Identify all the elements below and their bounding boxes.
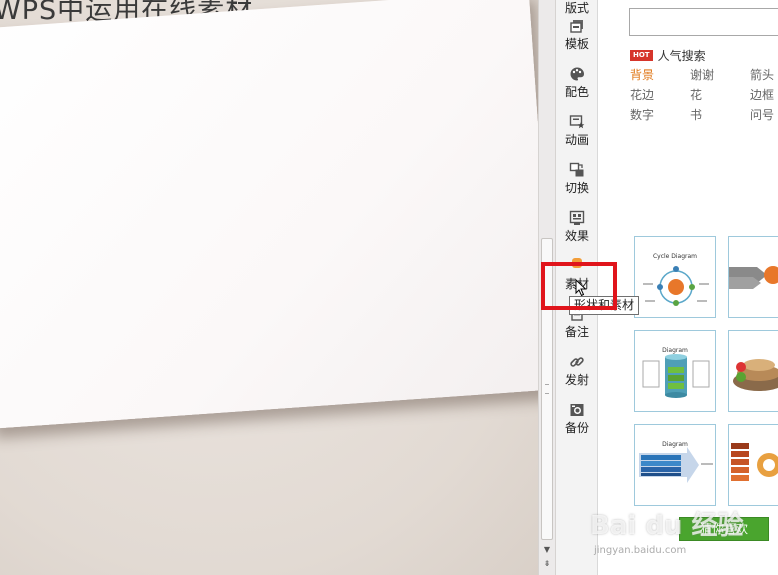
nav-item-color-scheme[interactable]: 配色 — [556, 66, 598, 110]
nav-item-transition[interactable]: 切换 — [556, 162, 598, 206]
nav-item-effects[interactable]: 效果 — [556, 210, 598, 254]
template-icon — [570, 20, 583, 33]
hot-tag[interactable]: 背景 — [630, 66, 654, 83]
hot-tag[interactable]: 问号 — [750, 106, 774, 123]
nav-item-animation[interactable]: 动画 — [556, 114, 598, 158]
scroll-next-page-icon[interactable]: ⇟ — [539, 558, 555, 570]
nav-label: 效果 — [564, 229, 589, 243]
link-icon — [570, 357, 584, 367]
scrollbar-grip-icon — [545, 384, 549, 394]
effects-icon — [569, 210, 585, 225]
cycle-diagram-preview-icon — [643, 266, 709, 306]
step-diagram-preview-icon — [731, 443, 778, 481]
hot-tag[interactable]: 谢谢 — [690, 66, 714, 83]
nav-item-send[interactable]: 发射 — [556, 354, 598, 398]
hot-tag[interactable]: 书 — [690, 106, 702, 123]
material-thumbnail-arrows[interactable] — [728, 236, 778, 318]
hot-search-title: 人气搜索 — [657, 49, 706, 63]
animation-icon — [569, 115, 585, 129]
nav-item-backup[interactable]: 备份 — [556, 402, 598, 446]
thumbnail-title: Cycle Diagram — [652, 253, 698, 260]
nav-label: 切换 — [564, 181, 589, 195]
nav-label: 备注 — [564, 325, 589, 339]
cylinder-diagram-preview-icon — [642, 354, 710, 398]
nav-label: 版式 — [564, 1, 589, 15]
hot-badge: HOT — [630, 50, 653, 61]
palette-icon — [570, 67, 585, 81]
thumbnail-title: Diagram — [662, 347, 688, 354]
block-arrow-preview-icon — [639, 447, 713, 483]
slide-canvas[interactable]: WPS中运用在线素材 — [0, 0, 538, 575]
slide-page[interactable] — [0, 0, 538, 430]
material-panel: HOT 人气搜索 背景 谢谢 箭头 花边 花 边框 数字 书 问号 Cycle … — [598, 0, 778, 575]
transition-icon — [569, 162, 584, 177]
arrow-diagram-preview-icon — [729, 266, 778, 289]
material-thumbnail-cycle-diagram[interactable]: Cycle Diagram — [634, 236, 716, 318]
backup-icon — [570, 404, 584, 416]
nav-label: 备份 — [564, 421, 589, 435]
hot-search-header: HOT 人气搜索 — [630, 47, 706, 64]
nav-label: 配色 — [564, 85, 589, 99]
material-search-input[interactable] — [629, 8, 778, 36]
nav-label: 发射 — [564, 373, 589, 387]
material-thumbnail-diagram[interactable]: Diagram — [634, 330, 716, 412]
scroll-down-icon[interactable]: ▼ — [539, 544, 555, 556]
hot-tag[interactable]: 花 — [690, 86, 702, 103]
hot-tag[interactable]: 箭头 — [750, 66, 774, 83]
baidu-watermark-url: jingyan.baidu.com — [594, 545, 687, 556]
mouse-cursor-icon — [575, 279, 587, 297]
nav-label: 动画 — [564, 133, 589, 147]
material-thumbnail-arrow-diagram[interactable]: Diagram — [634, 424, 716, 506]
baidu-watermark: Bai du 经验 — [590, 511, 744, 541]
layer-diagram-preview-icon — [733, 359, 778, 391]
nav-item-template[interactable]: 模板 — [556, 18, 598, 62]
material-thumbnail-layers[interactable] — [728, 330, 778, 412]
hot-tag[interactable]: 数字 — [630, 106, 654, 123]
hot-tag[interactable]: 边框 — [750, 86, 774, 103]
material-thumbnail-steps[interactable] — [728, 424, 778, 506]
nav-label: 模板 — [564, 37, 589, 51]
hot-tag[interactable]: 花边 — [630, 86, 654, 103]
thumbnail-title: Diagram — [662, 441, 688, 448]
